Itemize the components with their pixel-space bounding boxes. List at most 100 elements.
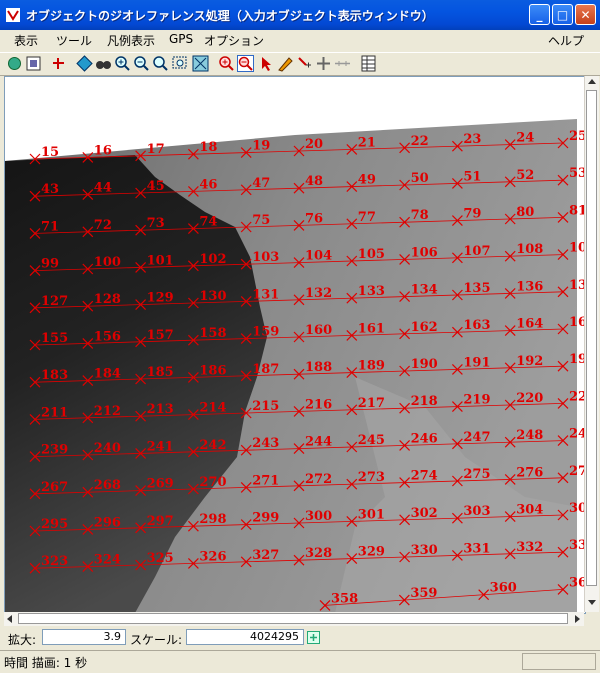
control-point-label: 17 — [147, 142, 165, 157]
control-point-label: 268 — [94, 478, 121, 493]
control-point-label: 329 — [358, 545, 385, 560]
close-icon: ✕ — [580, 7, 591, 22]
control-point-label: 274 — [411, 469, 438, 484]
control-point-label: 300 — [305, 509, 332, 524]
control-point-label: 133 — [358, 284, 385, 299]
control-point-label: 50 — [411, 171, 429, 186]
zoom-out-red-icon[interactable] — [237, 55, 254, 72]
control-point-label: 134 — [411, 283, 438, 298]
binoculars-icon[interactable] — [95, 55, 112, 72]
control-point-label: 25 — [569, 129, 585, 144]
map-view[interactable]: 1516171819202122232425434445464748495051… — [4, 76, 586, 614]
control-point-label: 273 — [358, 470, 385, 485]
control-point-label: 81 — [569, 203, 585, 218]
control-point-label: 217 — [358, 396, 385, 411]
control-point-label: 323 — [41, 554, 68, 569]
control-point-label: 218 — [411, 394, 438, 409]
scroll-left-icon[interactable] — [4, 613, 16, 625]
control-point-label: 187 — [252, 362, 279, 377]
zoom-box-icon[interactable] — [171, 55, 188, 72]
move-point-icon[interactable] — [296, 55, 313, 72]
full-view-icon[interactable] — [25, 55, 42, 72]
control-point-label: 301 — [358, 507, 385, 522]
minimize-button[interactable]: _ — [529, 4, 550, 25]
control-point-label: 132 — [305, 286, 332, 301]
scroll-up-icon[interactable] — [586, 76, 598, 88]
status-bar: 時間 描画: 1 秒 — [0, 650, 600, 673]
zoom-full-icon[interactable] — [192, 55, 209, 72]
control-point-label: 20 — [305, 137, 323, 152]
menu-legend[interactable]: 凡例表示 — [107, 32, 155, 49]
control-point-label: 325 — [147, 551, 174, 566]
control-point-label: 330 — [411, 543, 438, 558]
zoom-in-icon[interactable] — [114, 55, 131, 72]
control-point-label: 78 — [411, 208, 429, 223]
control-point-label: 130 — [199, 289, 226, 304]
maximize-icon: □ — [556, 7, 569, 22]
edit-point-icon[interactable] — [277, 55, 294, 72]
control-point-label: 359 — [410, 586, 437, 601]
scale-label: スケール: — [130, 633, 183, 647]
add-point-icon[interactable] — [50, 55, 67, 72]
control-point-label: 243 — [252, 436, 279, 451]
zoom-field[interactable]: 3.9 — [42, 629, 126, 645]
control-point-label: 298 — [199, 512, 226, 527]
status-panel — [522, 653, 596, 670]
close-button[interactable]: ✕ — [575, 4, 596, 25]
control-point-label: 324 — [94, 553, 121, 568]
scale-field[interactable]: 4024295 — [186, 629, 304, 645]
redraw-icon[interactable] — [6, 55, 23, 72]
window-title: オブジェクトのジオレファレンス処理（入力オブジェクト表示ウィンドウ） — [26, 8, 434, 23]
zoom-1to1-icon[interactable] — [152, 55, 169, 72]
control-point-label: 104 — [305, 249, 332, 264]
control-point-label: 270 — [199, 475, 226, 490]
control-point-label: 137 — [569, 278, 585, 293]
fit-icon[interactable] — [76, 55, 93, 72]
control-point-label: 304 — [516, 503, 543, 518]
control-point-label: 240 — [94, 441, 121, 456]
maximize-button[interactable]: □ — [552, 4, 573, 25]
control-point-label: 162 — [411, 320, 438, 335]
menu-options[interactable]: オプション — [204, 32, 264, 49]
control-point-label: 135 — [463, 281, 490, 296]
control-point-label: 46 — [199, 177, 217, 192]
control-point-label: 215 — [252, 399, 279, 414]
control-point-label: 277 — [569, 464, 585, 479]
control-point-label: 191 — [463, 355, 490, 370]
menu-view[interactable]: 表示 — [14, 32, 38, 49]
scale-apply-icon[interactable] — [307, 631, 320, 644]
vertical-scroll-thumb[interactable] — [586, 90, 597, 586]
select-arrow-icon[interactable] — [258, 55, 275, 72]
control-point-label: 299 — [252, 511, 279, 526]
menu-help[interactable]: ヘルプ — [548, 32, 584, 49]
control-point-label: 79 — [463, 207, 481, 222]
menu-bar: 表示 ツール 凡例表示 GPS オプション ヘルプ — [0, 30, 600, 50]
control-point-label: 22 — [411, 134, 429, 149]
control-point-label: 80 — [516, 205, 534, 220]
measure-icon[interactable] — [334, 55, 351, 72]
control-point-label: 220 — [516, 391, 543, 406]
vertical-scrollbar[interactable] — [584, 76, 599, 612]
control-point-label: 212 — [94, 404, 121, 419]
zoom-out-icon[interactable] — [133, 55, 150, 72]
control-point-label: 214 — [199, 401, 226, 416]
scroll-right-icon[interactable] — [571, 613, 583, 625]
control-point-label: 127 — [41, 294, 68, 309]
menu-gps[interactable]: GPS — [169, 32, 193, 46]
scroll-down-icon[interactable] — [586, 596, 598, 608]
table-icon[interactable] — [360, 55, 377, 72]
control-point-label: 211 — [41, 405, 68, 420]
horizontal-scrollbar[interactable] — [4, 612, 584, 626]
zoom-in-red-icon[interactable] — [218, 55, 235, 72]
control-point-label: 245 — [358, 433, 385, 448]
control-point-label: 73 — [147, 216, 165, 231]
control-point-label: 249 — [569, 427, 585, 442]
control-point-label: 136 — [516, 279, 543, 294]
horizontal-scroll-thumb[interactable] — [18, 613, 568, 624]
delete-point-icon[interactable] — [315, 55, 332, 72]
zoom-scale-row: 拡大: 3.9 スケール: 4024295 — [0, 628, 600, 648]
control-point-label: 159 — [252, 325, 279, 340]
control-point-label: 158 — [199, 326, 226, 341]
control-point-label: 77 — [358, 210, 376, 225]
menu-tools[interactable]: ツール — [56, 32, 92, 49]
